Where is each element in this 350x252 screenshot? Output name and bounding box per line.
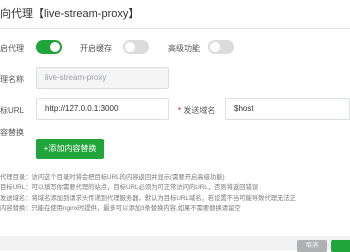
- advanced-label: 高级功能: [168, 44, 200, 53]
- save-button[interactable]: [331, 240, 350, 252]
- target-url-label: 标URL: [0, 106, 25, 115]
- send-domain-label-text: 发送域名: [183, 106, 216, 115]
- switch-knob: [210, 42, 220, 52]
- note-target-url: 目标URL：可以填写你需要代理的站点，目标URL必须为可正常访问的URL，否则将…: [0, 184, 259, 192]
- proxy-name-input[interactable]: live-stream-proxy: [36, 67, 169, 89]
- cache-label: 开启缓存: [80, 44, 112, 53]
- note-proxy-dir: 代理目录：访问这个目录时将会把目标URL的内容返回并显示(需要开启高级功能): [0, 174, 225, 181]
- enable-proxy-switch[interactable]: [36, 40, 62, 54]
- send-domain-input[interactable]: $host: [225, 98, 350, 120]
- proxy-name-label: 理名称: [0, 75, 24, 84]
- required-mark: *: [178, 106, 182, 115]
- note-content-replace: 内容替换：只能在使用nginx时提供，最多可以添加3条替换内容,如果不需要替换请…: [0, 205, 241, 213]
- add-content-replace-button[interactable]: +添加内容替换: [36, 139, 104, 159]
- enable-proxy-label: 启代理: [0, 44, 24, 53]
- send-domain-label: * 发送域名: [178, 105, 215, 116]
- dialog-title: 向代理【live-stream-proxy】: [0, 0, 350, 29]
- cancel-button[interactable]: 取消: [297, 240, 327, 252]
- content-replace-label: 容替换: [0, 128, 24, 137]
- note-send-domain: 发送域名：将域名添加到请求头传递到代理服务器，默认为目标URL域名，若设置不当可…: [0, 194, 296, 202]
- switch-knob: [50, 42, 60, 52]
- help-notes: 代理目录：访问这个目录时将会把目标URL的内容返回并显示(需要开启高级功能) 目…: [0, 173, 296, 215]
- cache-switch[interactable]: [123, 40, 149, 54]
- target-url-input[interactable]: http://127.0.0.1:3000: [36, 98, 169, 120]
- switch-knob: [125, 42, 135, 52]
- advanced-switch[interactable]: [208, 40, 234, 54]
